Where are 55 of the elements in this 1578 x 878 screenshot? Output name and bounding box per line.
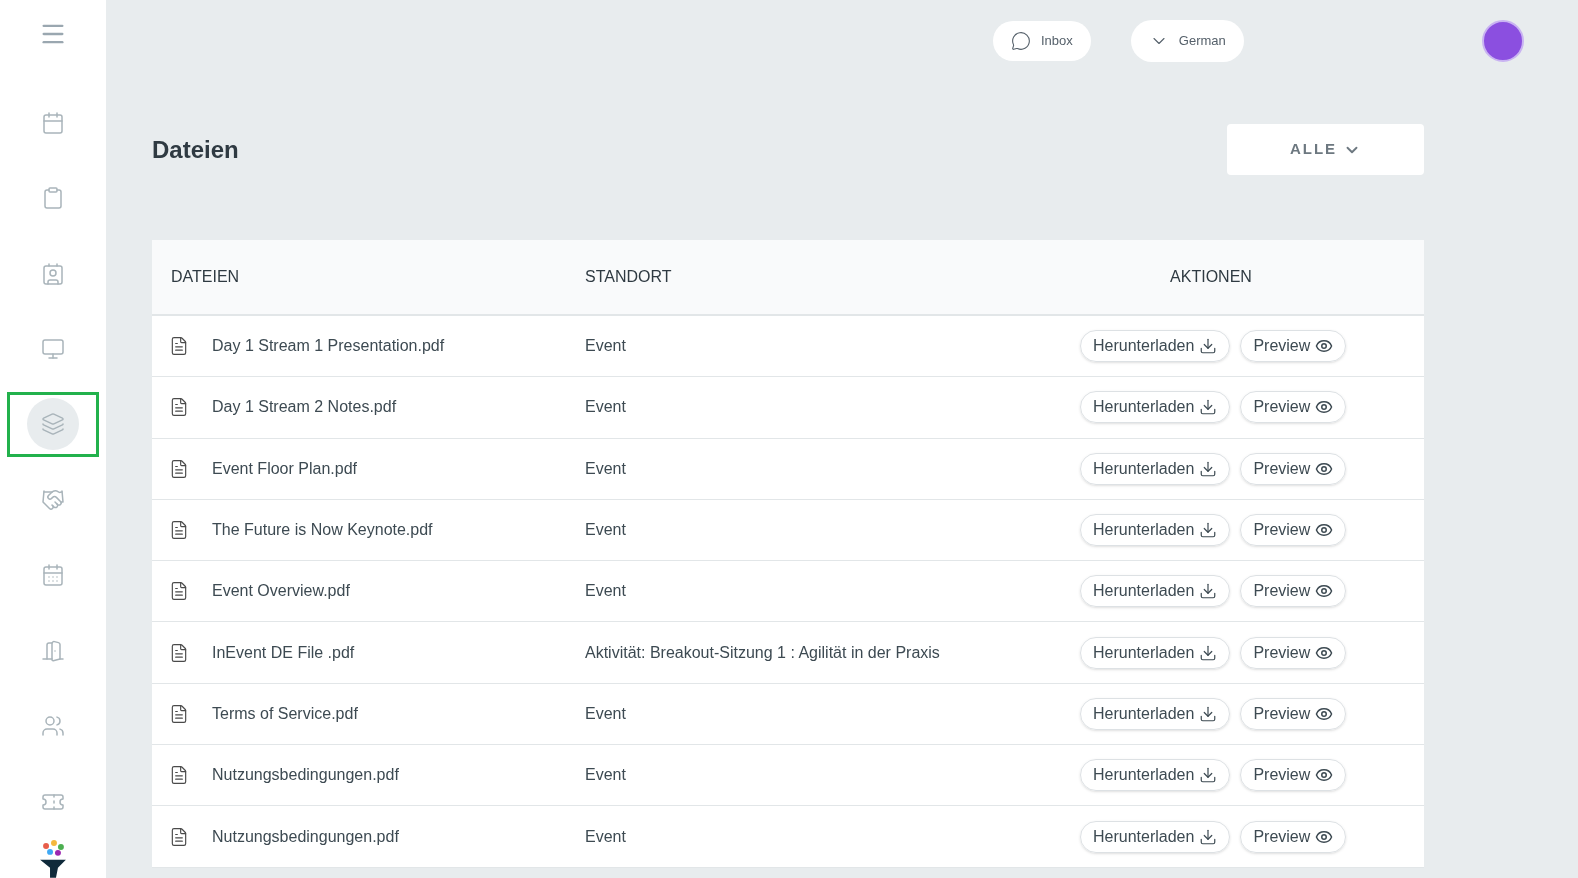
handshake-icon: [41, 487, 65, 512]
download-icon: [1199, 398, 1218, 417]
avatar[interactable]: [1482, 20, 1524, 62]
download-icon: [1199, 704, 1218, 723]
column-header: STANDORT: [585, 267, 673, 287]
location-cell-text: Event: [585, 765, 627, 786]
download-icon: [1199, 337, 1218, 356]
file-name: InEvent DE File .pdf: [212, 642, 356, 663]
pdf-file-icon: [169, 581, 189, 602]
calendar-icon: [41, 110, 65, 135]
location-cell-text: Aktivität: Breakout-Sitzung 1 : Agilität in der Praxis: [585, 642, 941, 663]
layers-icon: [41, 412, 65, 437]
location-cell-text: Event: [585, 397, 627, 418]
download-icon: [1199, 459, 1218, 478]
location-cell-text: Event: [585, 520, 627, 541]
pdf-file-icon: [169, 703, 189, 724]
location-cell-text: Event: [585, 826, 627, 847]
chat-icon: [1011, 31, 1031, 51]
calendar-icon: [41, 563, 65, 588]
download-icon: [1199, 827, 1218, 846]
sidebar-item[interactable]: [7, 391, 99, 458]
inbox-button[interactable]: Inbox: [993, 21, 1091, 61]
location-cell-text: Event: [585, 458, 627, 479]
file-name: Day 1 Stream 1 Presentation.pdf: [212, 336, 446, 357]
download-icon: [1199, 582, 1218, 601]
page-title: Dateien: [152, 134, 239, 165]
column-header: AKTIONEN: [1169, 267, 1253, 287]
file-name: Terms of Service.pdf: [212, 703, 359, 724]
file-name: Day 1 Stream 2 Notes.pdf: [212, 397, 398, 418]
download-icon: [1199, 521, 1218, 540]
pdf-file-icon: [169, 765, 189, 786]
file-name: Event Overview.pdf: [212, 581, 351, 602]
monitor-icon: [41, 336, 65, 361]
file-name: Nutzungsbedingungen.pdf: [212, 765, 400, 786]
location-cell-text: Event: [585, 336, 627, 357]
users-icon: [41, 714, 65, 739]
pdf-file-icon: [169, 397, 189, 418]
id-card-icon: [41, 261, 65, 286]
file-name: Event Floor Plan.pdf: [212, 458, 358, 479]
language-dropdown[interactable]: German: [1130, 20, 1244, 62]
pdf-file-icon: [169, 336, 189, 357]
file-name: The Future is Now Keynote.pdf: [212, 520, 434, 541]
door-icon: [41, 638, 65, 663]
download-icon: [1199, 643, 1218, 662]
filter-dropdown[interactable]: ALLE: [1227, 124, 1424, 175]
download-icon: [1199, 766, 1218, 785]
pdf-file-icon: [169, 826, 189, 847]
location-cell-text: Event: [585, 703, 627, 724]
column-header: DATEIEN: [171, 267, 241, 287]
clipboard-icon: [41, 186, 65, 211]
pdf-file-icon: [169, 642, 189, 663]
pdf-file-icon: [169, 458, 189, 479]
location-cell-text: Event: [585, 581, 627, 602]
pdf-file-icon: [169, 520, 189, 541]
file-name: Nutzungsbedingungen.pdf: [212, 826, 400, 847]
